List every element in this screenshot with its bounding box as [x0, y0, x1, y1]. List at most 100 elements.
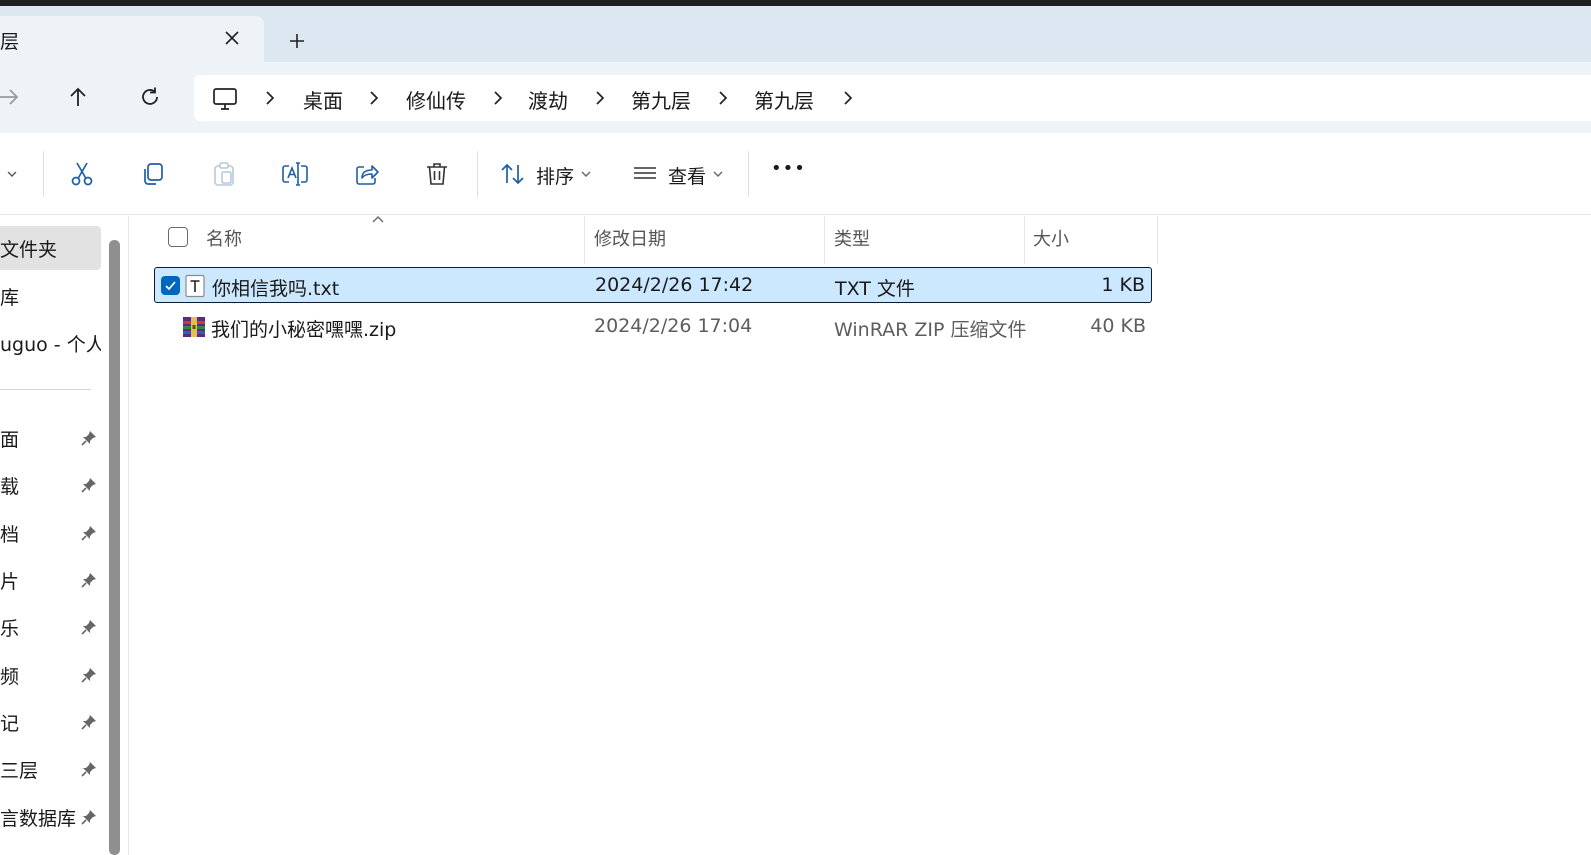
sort-button[interactable] — [498, 159, 528, 189]
sidebar-item-label: 文件夹 — [0, 238, 58, 261]
share-button[interactable] — [352, 159, 382, 189]
paste-button[interactable] — [209, 159, 239, 189]
close-tab-button[interactable] — [219, 25, 245, 51]
more-options-icon[interactable]: ••• — [771, 158, 806, 179]
sidebar-item-label: 言数据库 — [0, 807, 77, 830]
sidebar-item-label: 乐 — [0, 617, 20, 640]
winrar-archive-icon — [183, 317, 205, 337]
sidebar-item-label: 记 — [0, 712, 20, 735]
pin-icon — [81, 620, 96, 635]
sidebar-item[interactable]: 文件夹 — [0, 226, 101, 270]
forward-button[interactable] — [0, 82, 24, 112]
list-view-icon — [634, 167, 656, 179]
sidebar-item-label: 载 — [0, 475, 20, 498]
sidebar-item[interactable]: 库 — [0, 274, 101, 318]
cut-button[interactable] — [67, 159, 97, 189]
toolbar-divider — [748, 151, 749, 197]
column-header-type[interactable]: 类型 — [834, 225, 870, 251]
file-name: 你相信我吗.txt — [212, 278, 340, 300]
file-size: 1 KB — [1101, 274, 1145, 296]
pane-divider[interactable] — [128, 216, 129, 855]
pin-icon — [81, 668, 96, 683]
arrow-right-icon — [0, 89, 19, 105]
new-tab-button[interactable] — [283, 27, 311, 55]
pin-icon — [81, 573, 96, 588]
close-icon — [225, 31, 239, 45]
sidebar-divider — [0, 389, 91, 390]
chevron-right-icon — [596, 91, 605, 105]
sort-icon — [501, 163, 524, 185]
copy-button[interactable] — [138, 159, 168, 189]
copy-icon — [144, 163, 163, 185]
chevron-down-icon[interactable] — [580, 169, 592, 179]
refresh-icon — [142, 87, 158, 105]
rename-icon — [282, 162, 308, 186]
file-type: WinRAR ZIP 压缩文件 — [834, 319, 1027, 341]
sidebar-item-label: 库 — [0, 286, 20, 309]
refresh-button[interactable] — [135, 82, 165, 112]
column-divider[interactable] — [1157, 216, 1158, 264]
row-checkbox[interactable] — [161, 276, 180, 295]
column-header-modified[interactable]: 修改日期 — [594, 225, 666, 251]
tab-current[interactable]: 层 — [0, 16, 264, 62]
file-type: TXT 文件 — [835, 278, 915, 300]
file-size: 40 KB — [1090, 315, 1146, 337]
chevron-down-icon[interactable] — [6, 169, 18, 179]
chevron-right-icon[interactable] — [841, 90, 855, 106]
sidebar-item-label: 档 — [0, 523, 20, 546]
chevron-right-icon — [719, 91, 728, 105]
tab-bar: 层 — [0, 6, 1591, 62]
sidebar-item-label: 三层 — [0, 759, 39, 782]
scissors-icon — [71, 162, 93, 186]
navigation-bar: 桌面 修仙传 渡劫 第九层 第九层 — [0, 62, 1591, 133]
file-row[interactable]: 我们的小秘密嘿嘿.zip 2024/2/26 17:04 WinRAR ZIP … — [154, 309, 1152, 345]
sidebar-item-label: 面 — [0, 428, 20, 451]
delete-button[interactable] — [422, 159, 452, 189]
tab-title: 层 — [0, 31, 20, 53]
sort-ascending-icon — [372, 216, 384, 223]
plus-icon — [290, 34, 304, 48]
chevron-right-icon — [266, 91, 275, 105]
pin-icon — [81, 431, 96, 446]
column-header-size[interactable]: 大小 — [1033, 225, 1069, 251]
sidebar-item-label: uguo - 个人 — [0, 333, 101, 356]
toolbar-divider — [477, 151, 478, 197]
breadcrumb-item[interactable]: 第九层 — [631, 85, 691, 114]
breadcrumb-item[interactable]: 桌面 — [303, 85, 343, 114]
sidebar-item-label: 片 — [0, 570, 20, 593]
pin-icon — [81, 715, 96, 730]
chevron-down-icon[interactable] — [712, 169, 724, 179]
sidebar-item[interactable]: uguo - 个人 — [0, 321, 101, 365]
breadcrumb-item[interactable]: 第九层 — [754, 85, 814, 114]
share-icon — [356, 165, 379, 185]
address-bar[interactable]: 桌面 修仙传 渡劫 第九层 第九层 — [194, 75, 1591, 121]
file-list: 名称 修改日期 类型 大小 你相信我吗.txt 2024/2/26 17:42 … — [130, 216, 1591, 855]
view-button[interactable] — [630, 159, 660, 189]
pin-icon — [81, 762, 96, 777]
select-all-checkbox[interactable] — [168, 227, 188, 247]
text-file-icon — [185, 274, 205, 298]
breadcrumb-item[interactable]: 渡劫 — [528, 85, 568, 114]
up-button[interactable] — [63, 82, 93, 112]
rename-button[interactable] — [280, 159, 310, 189]
file-modified: 2024/2/26 17:42 — [595, 274, 754, 296]
pin-icon — [81, 810, 96, 825]
breadcrumb-item[interactable]: 修仙传 — [406, 85, 466, 114]
column-header-row: 名称 修改日期 类型 大小 — [130, 216, 1158, 264]
trash-icon — [427, 163, 447, 185]
pin-icon — [81, 526, 96, 541]
column-divider[interactable] — [1024, 216, 1025, 264]
view-label[interactable]: 查看 — [668, 162, 706, 189]
chevron-right-icon — [494, 91, 503, 105]
clipboard-icon — [214, 162, 234, 186]
column-header-name[interactable]: 名称 — [206, 225, 242, 251]
sidebar-item-label: 频 — [0, 665, 20, 688]
column-divider[interactable] — [584, 216, 585, 264]
sort-label[interactable]: 排序 — [536, 162, 574, 189]
column-divider[interactable] — [824, 216, 825, 264]
file-modified: 2024/2/26 17:04 — [594, 315, 753, 337]
chevron-right-icon — [370, 91, 379, 105]
sidebar-scrollbar[interactable] — [109, 240, 120, 855]
file-row[interactable]: 你相信我吗.txt 2024/2/26 17:42 TXT 文件 1 KB — [154, 267, 1152, 303]
toolbar-divider — [43, 151, 44, 197]
